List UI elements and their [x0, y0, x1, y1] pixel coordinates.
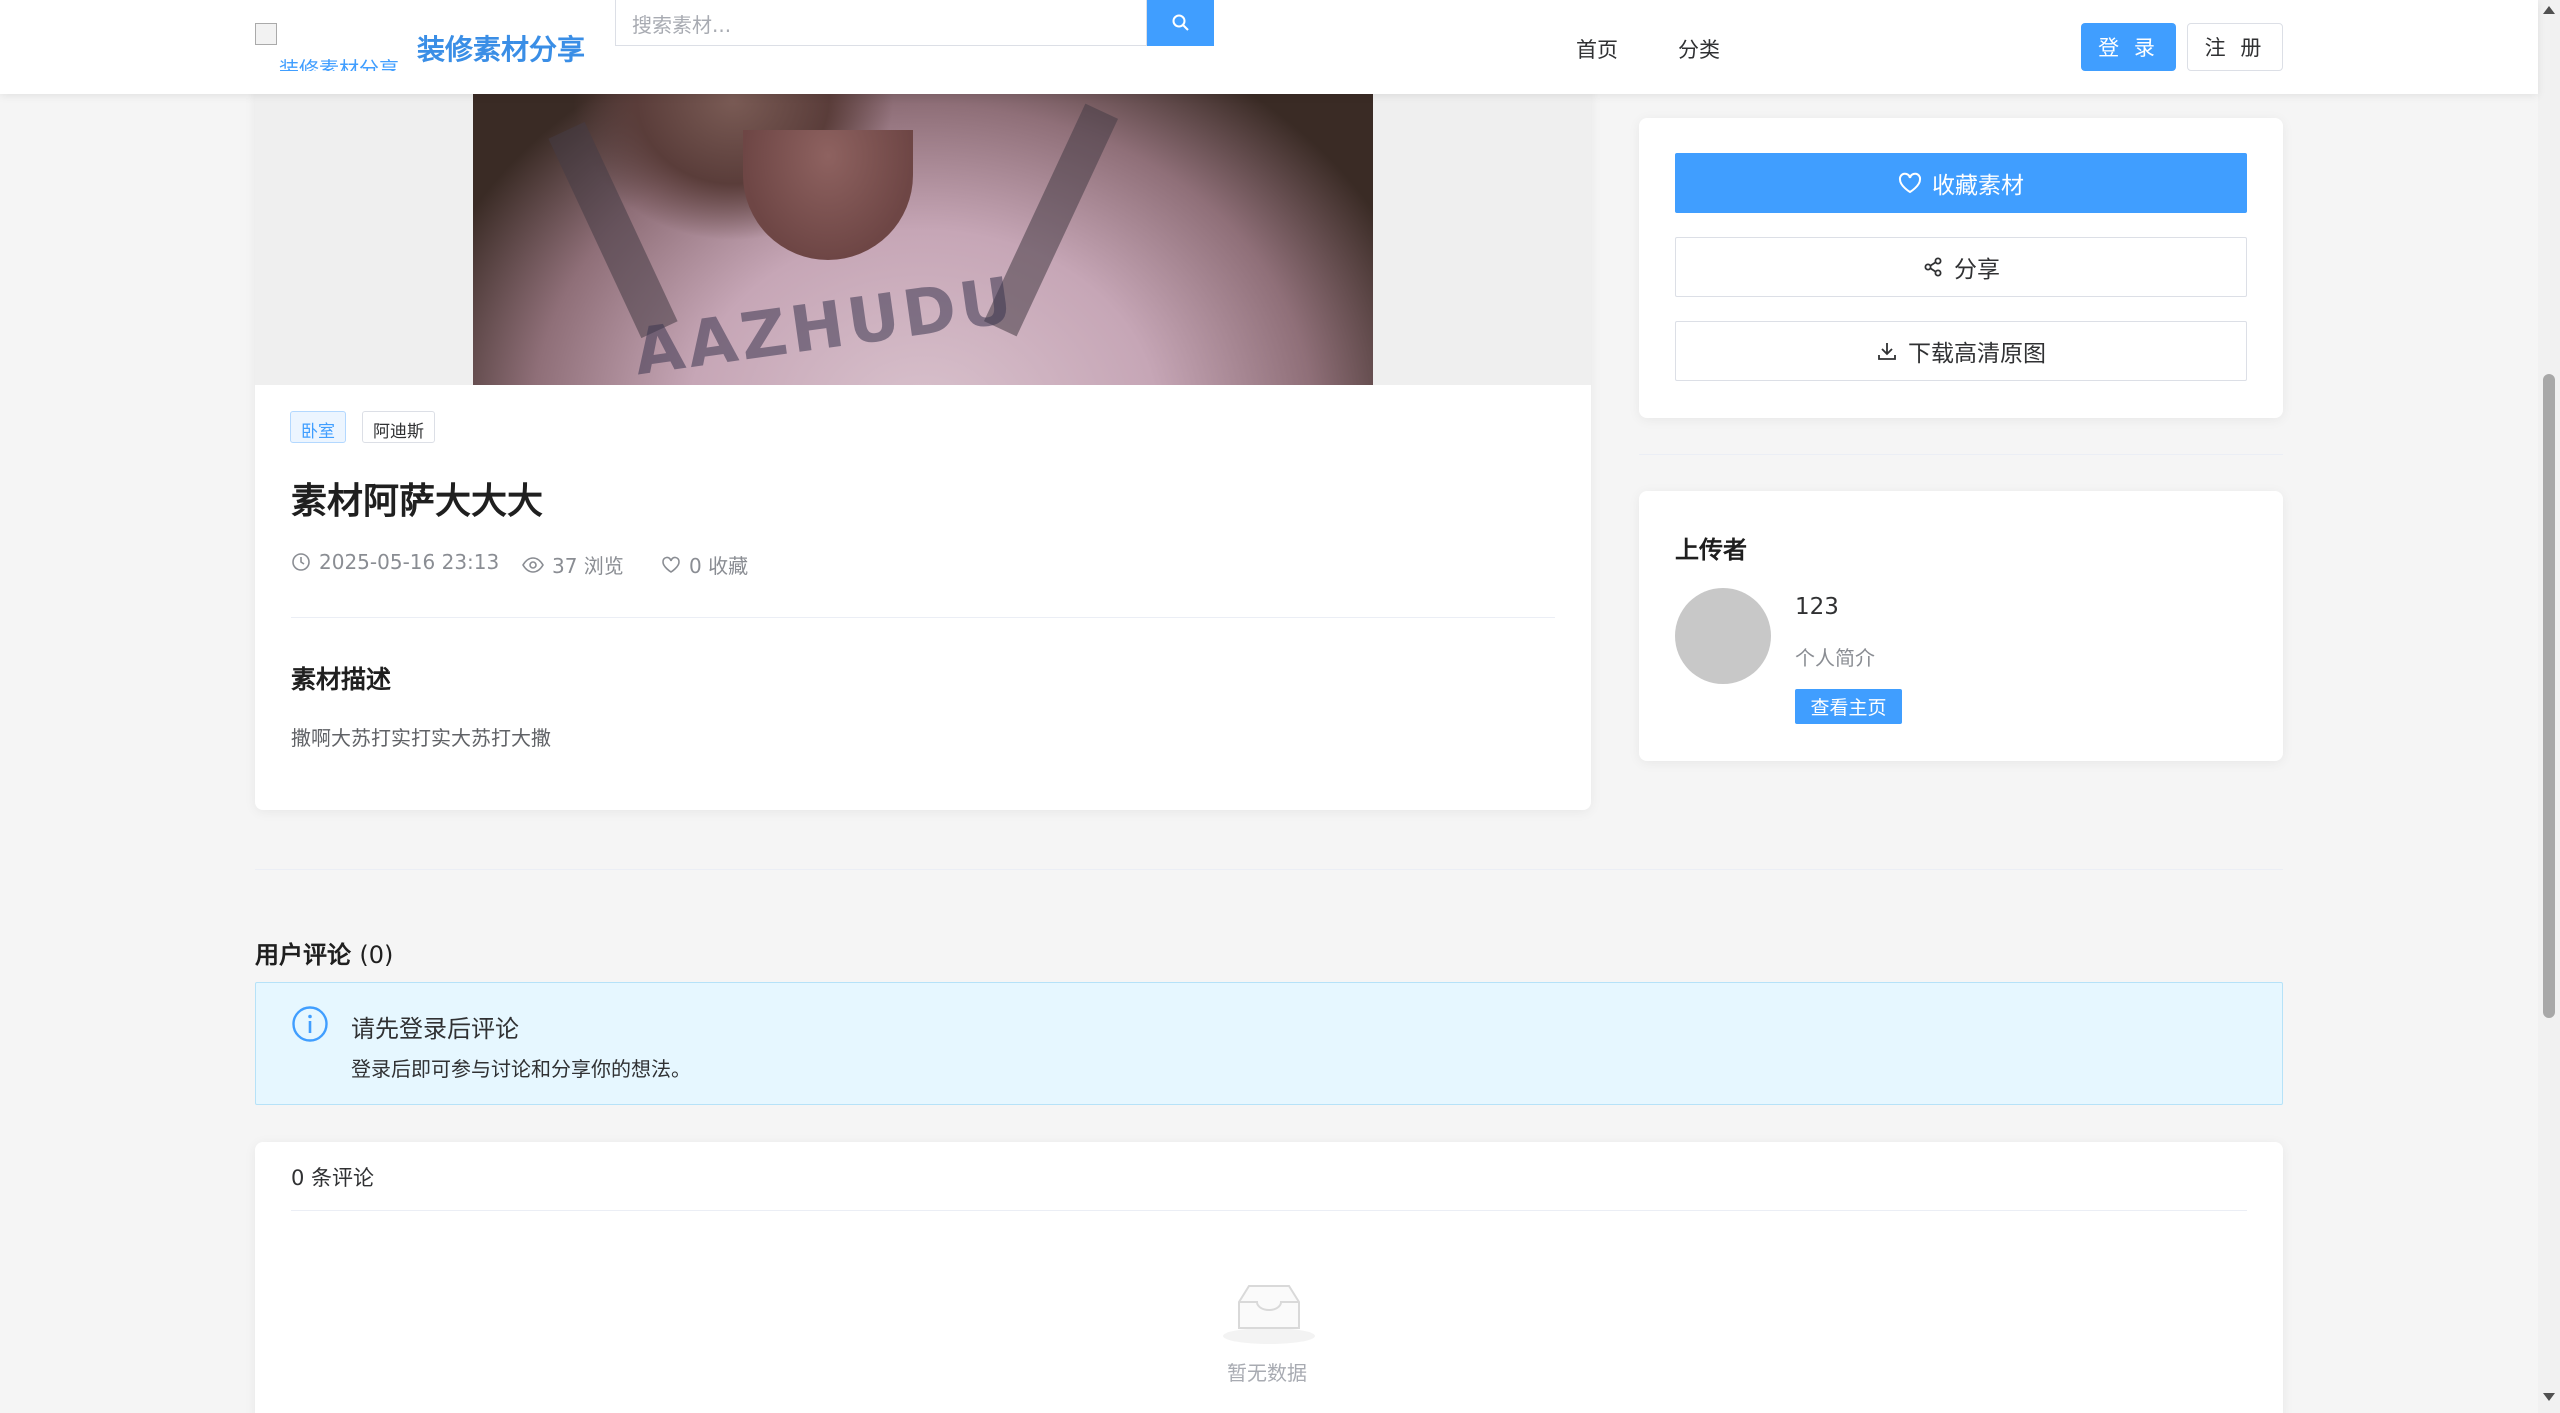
share-button[interactable]: 分享: [1675, 237, 2247, 297]
heart-icon: [1898, 172, 1922, 194]
material-title: 素材阿萨大大大: [291, 481, 544, 522]
views-text: 37 浏览: [552, 554, 624, 578]
download-label: 下载高清原图: [1908, 341, 2046, 367]
comments-title-label: 用户评论: [255, 941, 351, 969]
meta-date: 2025-05-16 23:13: [291, 550, 499, 574]
site-logo[interactable]: 装修素材分享: [255, 23, 405, 71]
view-homepage-button[interactable]: 查看主页: [1795, 689, 1902, 724]
login-alert: 请先登录后评论 登录后即可参与讨论和分享你的想法。: [255, 982, 2283, 1105]
material-detail-card: AAZHUDU: [255, 40, 1591, 810]
download-button[interactable]: 下载高清原图: [1675, 321, 2247, 381]
alert-description: 登录后即可参与讨论和分享你的想法。: [351, 1057, 691, 1081]
meta-favorites: 0 收藏: [661, 550, 748, 579]
nav-category[interactable]: 分类: [1678, 34, 1720, 64]
photo-shirt-text: AAZHUDU: [629, 263, 1021, 385]
photo-detail: [548, 121, 678, 339]
empty-text: 暂无数据: [1227, 1361, 1307, 1385]
uploader-name: 123: [1795, 594, 1839, 620]
description-title: 素材描述: [291, 665, 392, 694]
empty-inbox-icon: [1223, 1285, 1315, 1344]
divider: [1639, 454, 2283, 455]
eye-icon: [522, 556, 544, 573]
comment-count: 0 条评论: [291, 1166, 375, 1190]
logo-alt-text: 装修素材分享: [279, 57, 399, 71]
divider: [291, 1210, 2247, 1211]
login-button[interactable]: 登 录: [2081, 23, 2176, 71]
download-icon: [1878, 343, 1896, 360]
uploader-bio: 个人简介: [1795, 646, 1875, 670]
alert-title: 请先登录后评论: [351, 1015, 519, 1043]
search-button[interactable]: [1147, 0, 1214, 46]
heart-icon: [662, 556, 680, 573]
divider: [255, 869, 2283, 870]
share-icon: [1924, 257, 1942, 277]
comments-count: (0): [359, 941, 394, 969]
photo-detail: [743, 130, 913, 260]
top-header: 装修素材分享 装修素材分享 搜索素材... 首页 分类 登 录 注 册: [0, 0, 2538, 94]
site-name[interactable]: 装修素材分享: [417, 28, 585, 68]
broken-image-icon: [255, 23, 277, 45]
tag-category[interactable]: 卧室: [290, 411, 346, 443]
favorite-button[interactable]: 收藏素材: [1675, 153, 2247, 213]
search-input[interactable]: 搜索素材...: [615, 0, 1147, 46]
scroll-thumb[interactable]: [2543, 374, 2555, 1018]
register-button[interactable]: 注 册: [2187, 23, 2283, 71]
page-scrollbar[interactable]: [2538, 0, 2560, 1413]
comments-title: 用户评论 (0): [255, 935, 393, 970]
uploader-title: 上传者: [1675, 536, 1747, 564]
search-icon: [1172, 14, 1189, 31]
description-text: 撒啊大苏打实打实大苏打大撒: [291, 726, 551, 750]
meta-views: 37 浏览: [522, 550, 624, 579]
divider: [291, 617, 1555, 618]
clock-icon: [292, 553, 310, 571]
share-label: 分享: [1954, 257, 2000, 283]
comment-list-card: 0 条评论 暂无数据: [255, 1142, 2283, 1413]
scroll-down-arrow-icon[interactable]: [2543, 1393, 2555, 1401]
info-icon: [292, 1006, 328, 1042]
favorite-label: 收藏素材: [1932, 173, 2024, 199]
scroll-up-arrow-icon[interactable]: [2543, 6, 2555, 14]
date-text: 2025-05-16 23:13: [319, 550, 500, 574]
avatar[interactable]: [1675, 588, 1771, 684]
nav-home[interactable]: 首页: [1576, 34, 1618, 64]
favorites-text: 0 收藏: [689, 554, 749, 578]
tag-brand[interactable]: 阿迪斯: [362, 411, 435, 443]
